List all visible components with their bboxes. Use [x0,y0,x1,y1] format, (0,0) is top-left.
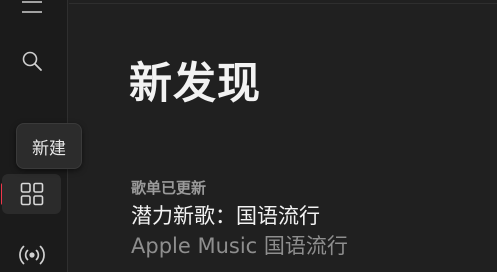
card-subtitle: Apple Music 国语流行 [131,234,348,258]
card-title[interactable]: 潜力新歌：国语流行 [131,202,320,230]
radio-icon [17,244,47,266]
sidebar-item-radio[interactable] [2,235,61,272]
search-icon [21,50,43,72]
music-app-window: 新建 新发现 歌单已更新 潜力新歌：国语流行 Apple Music 国语流行 [0,0,497,272]
browse-grid-icon [20,182,44,206]
menu-icon [21,0,43,15]
search-button[interactable] [2,41,61,81]
page-title: 新发现 [129,59,261,109]
header-divider [69,3,497,4]
sidebar-item-browse[interactable] [2,174,61,214]
card-kicker: 歌单已更新 [131,179,207,197]
new-tooltip: 新建 [16,123,82,169]
menu-button[interactable] [2,0,61,27]
